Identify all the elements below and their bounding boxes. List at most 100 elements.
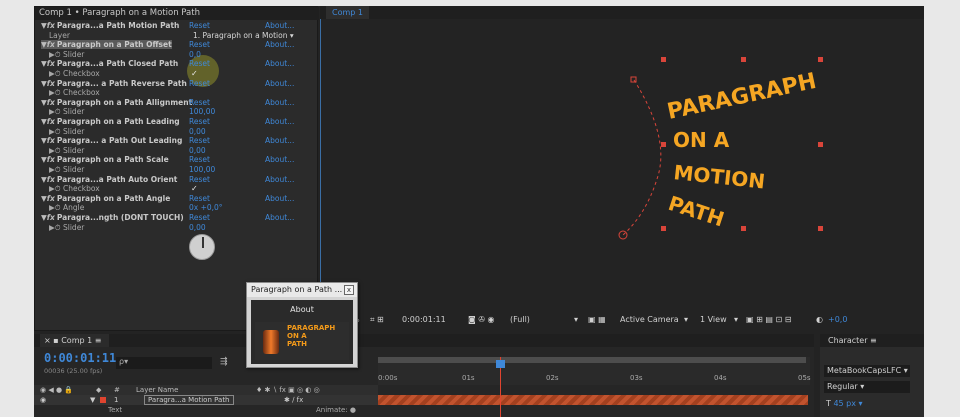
composition-viewer[interactable]: PARAGRAPH ON A MOTION PATH [320,19,924,307]
fx-icon[interactable]: ▼fx [41,21,55,30]
effect-header-row[interactable]: ▼fx Paragra... a Path Reverse Path Reset Ab… [37,79,309,88]
property-value[interactable]: 0,00 [189,223,206,232]
effect-header-row[interactable]: ▼fx Paragraph on a Path Leading Reset About… [37,117,309,126]
reset-exposure-icon[interactable]: ◐ [816,315,823,324]
about-link[interactable]: About... [265,98,294,107]
view-options-icon[interactable]: ▣ ⊞ ▤ ⊡ ⊟ [746,315,791,324]
effect-property-row[interactable]: ▶⏱ Checkbox ✓ [37,69,309,78]
chevron-down-icon[interactable]: ▾ [684,315,688,324]
layer-search-input[interactable]: ρ▾ [116,357,212,369]
layer-duration-bar[interactable] [378,395,808,405]
tab-timeline-comp-1[interactable]: × ▪ Comp 1 ≡ [40,334,110,347]
work-area-bar[interactable] [378,357,806,363]
about-button[interactable]: About [257,303,347,317]
bounding-handle[interactable] [661,226,666,231]
fx-icon[interactable]: ▼fx [41,40,55,49]
fx-icon[interactable]: ▼fx [41,175,55,184]
bounding-handle[interactable] [741,57,746,62]
about-link[interactable]: About... [265,21,294,30]
effect-header-row[interactable]: ▼fx Paragra...a Path Auto Orient Reset Abou… [37,175,309,184]
composition-flowchart-icon[interactable]: ⇶ [220,357,228,367]
about-link[interactable]: About... [265,40,294,49]
menu-icon[interactable]: ≡ [92,336,102,345]
motion-path-curve[interactable] [622,79,662,236]
property-value[interactable]: 100,00 [189,107,215,116]
character-tab[interactable]: Character ≡ [820,334,924,347]
bounding-handle[interactable] [818,142,823,147]
effect-property-row[interactable]: ▶⏱ Slider 0,00 [37,223,309,232]
property-value[interactable]: 0,00 [189,127,206,136]
reset-link[interactable]: Reset [189,213,210,222]
angle-dial[interactable] [189,234,215,260]
checkbox[interactable]: ✓ [191,69,198,78]
exposure-value[interactable]: +0,0 [828,315,847,324]
about-link[interactable]: About... [265,155,294,164]
effect-property-row[interactable]: ▶⏱ Slider 0,00 [37,146,309,155]
av-switches-icon[interactable]: ◉ ◀ ● 🔒 [40,386,73,394]
viewer-timecode[interactable]: 0:00:01:11 [402,315,446,324]
reset-link[interactable]: Reset [189,59,210,68]
reset-link[interactable]: Reset [189,98,210,107]
layer-name[interactable]: Paragra...a Motion Path [144,395,234,405]
menu-icon[interactable]: ≡ [870,336,877,345]
effect-property-row[interactable]: ▶⏱ Slider 100,00 [37,107,309,116]
layer-switches[interactable]: ✱ ∕ fx [284,396,303,404]
about-link[interactable]: About... [265,59,294,68]
reset-link[interactable]: Reset [189,175,210,184]
about-link[interactable]: About... [265,117,294,126]
effect-property-row[interactable]: ▶⏱ Slider 100,00 [37,165,309,174]
about-dialog-title[interactable]: Paragraph on a Path ... [247,283,357,297]
reset-link[interactable]: Reset [189,117,210,126]
camera-dropdown[interactable]: Active Camera [620,315,679,324]
effect-header-row[interactable]: ▼fx Paragra...a Path Motion Path Reset Abou… [37,21,309,30]
property-value[interactable]: 0x +0,0° [189,203,223,212]
bounding-handle[interactable] [741,226,746,231]
font-family-dropdown[interactable]: MetaBookCapsLFC ▾ [824,365,910,377]
reset-link[interactable]: Reset [189,40,210,49]
fx-icon[interactable]: ▼fx [41,136,55,145]
effect-header-row[interactable]: ▼fx Paragra...ngth (DONT TOUCH) Reset About… [37,213,309,222]
fx-icon[interactable]: ▼fx [41,98,55,107]
text-property-row[interactable]: Text Animate: ● [34,405,378,415]
reset-link[interactable]: Reset [189,136,210,145]
fx-icon[interactable]: ▼fx [41,79,55,88]
reset-link[interactable]: Reset [189,194,210,203]
close-icon[interactable]: x [344,285,354,295]
font-style-dropdown[interactable]: Regular ▾ [824,381,910,393]
reset-link[interactable]: Reset [189,21,210,30]
effect-property-row[interactable]: ▶⏱ Checkbox [37,88,309,97]
timeline-timecode[interactable]: 0:00:01:11 [44,351,116,365]
font-size-value[interactable]: 45 px ▾ [833,399,862,408]
layer-row[interactable]: ◉ ▼ 1 Paragra...a Motion Path ✱ ∕ fx [34,395,378,405]
about-link[interactable]: About... [265,194,294,203]
snapshot-icon[interactable]: ◙ ✇ ◉ [468,315,495,324]
view-layout-dropdown[interactable]: 1 View [700,315,727,324]
fx-icon[interactable]: ▼fx [41,194,55,203]
chevron-down-icon[interactable]: ▾ [574,315,578,324]
resolution-dropdown[interactable]: (Full) [510,315,530,324]
fx-icon[interactable]: ▼fx [41,59,55,68]
bounding-handle[interactable] [818,57,823,62]
current-time-head[interactable] [496,360,505,368]
property-value[interactable]: 100,00 [189,165,215,174]
region-icon[interactable]: ⌗ ⊞ [370,315,384,325]
fx-icon[interactable]: ▼fx [41,155,55,164]
fx-icon[interactable]: ▼fx [41,213,55,222]
fx-icon[interactable]: ▼fx [41,117,55,126]
about-link[interactable]: About... [265,79,294,88]
checkbox[interactable]: ✓ [191,184,198,193]
path-end-vertex[interactable] [618,230,628,240]
expand-arrow-icon[interactable]: ▼ [90,396,95,404]
reset-link[interactable]: Reset [189,79,210,88]
effect-property-row[interactable]: Layer 1. Paragraph on a Motion ▾ [37,31,309,40]
layer-dropdown[interactable]: 1. Paragraph on a Motion ▾ [193,31,294,40]
about-link[interactable]: About... [265,175,294,184]
tab-comp-1[interactable]: Comp 1 [326,6,369,19]
effect-header-row[interactable]: ▼fx Paragra... a Path Out Leading Reset Abo… [37,136,309,145]
font-size-field[interactable]: T 45 px ▾ [826,399,863,408]
effect-property-row[interactable]: ▶⏱ Slider 0,00 [37,127,309,136]
about-link[interactable]: About... [265,136,294,145]
chevron-down-icon[interactable]: ▾ [734,315,738,324]
reset-link[interactable]: Reset [189,155,210,164]
property-value[interactable]: 0,0 [189,50,201,59]
